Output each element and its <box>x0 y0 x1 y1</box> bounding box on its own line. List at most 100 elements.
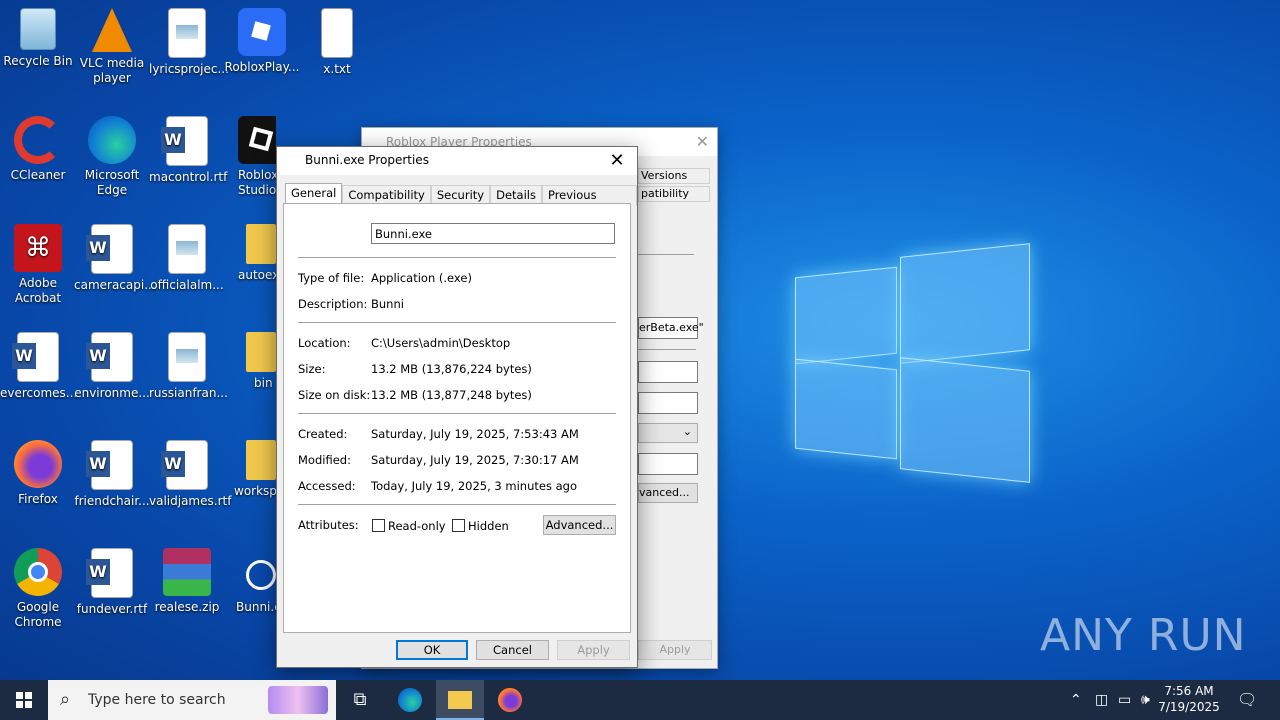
apply-button[interactable]: Apply <box>557 640 630 660</box>
executable-icon <box>246 560 276 590</box>
image-file-icon <box>168 332 206 382</box>
desktop-icon-x-txt[interactable]: x.txt <box>299 8 375 77</box>
desktop-icon-label: Adobe Acrobat <box>14 276 62 305</box>
desktop-icon-officialalm[interactable]: officialalm... <box>149 224 225 293</box>
chevron-up-icon[interactable]: ⌃ <box>1070 680 1082 720</box>
volume-icon[interactable]: 🕪 <box>1141 680 1150 720</box>
close-icon[interactable]: ✕ <box>696 132 709 151</box>
system-clock[interactable]: 7:56 AM 7/19/2025 <box>1154 683 1224 715</box>
back-advanced-button[interactable]: vanced... <box>638 483 698 503</box>
firefox-taskbar-icon[interactable] <box>486 680 534 720</box>
separator <box>638 349 696 350</box>
desktop-icon-bunni-exe[interactable]: Bunni.e <box>224 548 276 615</box>
network-icon[interactable]: ▭ <box>1118 680 1131 720</box>
meet-now-icon[interactable]: ◫ <box>1095 680 1108 720</box>
desktop-icon-autoex[interactable]: autoex <box>224 224 276 283</box>
desktop-icon-vlc[interactable]: VLC media player <box>74 8 150 86</box>
windows-start-icon <box>16 692 32 708</box>
desktop-icon-bin[interactable]: bin <box>224 332 276 391</box>
desktop-icon-label: Bunni.e <box>236 600 276 614</box>
search-icon: ⌕ <box>60 689 71 710</box>
desktop-icon-robloxplayer[interactable]: RobloxPlay... <box>224 8 300 75</box>
folder-icon <box>246 224 276 264</box>
hidden-checkbox[interactable] <box>452 519 465 532</box>
desktop-icon-label: friendchair... <box>74 494 150 508</box>
back-target-field[interactable]: erBeta.exe" <box>638 317 704 339</box>
word-document-icon <box>12 332 59 382</box>
desktop-icon-label: CCleaner <box>10 168 66 182</box>
hidden-label: Hidden <box>468 519 509 533</box>
back-run-dropdown[interactable]: ⌄ <box>638 423 698 443</box>
desktop-icon-workspace[interactable]: workspa <box>224 440 276 499</box>
desktop-icon-validjames[interactable]: validjames.rtf <box>149 440 232 509</box>
recycle-bin-icon <box>20 8 56 50</box>
file-name-input[interactable]: Bunni.exe <box>371 223 615 244</box>
desktop-icon-lyricsproject[interactable]: lyricsprojec... <box>149 8 229 77</box>
word-document-icon <box>161 116 208 166</box>
desktop-icon-label: bin <box>254 376 273 390</box>
word-document-icon <box>86 332 133 382</box>
desktop-icon-russianfran[interactable]: russianfran... <box>149 332 228 401</box>
desktop-icon-ccleaner[interactable]: CCleaner <box>0 116 76 183</box>
chrome-icon <box>14 548 62 596</box>
readonly-checkbox[interactable] <box>372 519 385 532</box>
desktop-icon-recycle-bin[interactable]: Recycle Bin <box>0 8 76 69</box>
description-value: Bunni <box>371 297 404 311</box>
start-button[interactable] <box>0 680 48 720</box>
desktop-icon-macontrol[interactable]: macontrol.rtf <box>149 116 227 185</box>
bunni-properties-dialog[interactable]: Bunni.exe Properties ✕ General Compatibi… <box>276 146 638 668</box>
dialog-titlebar: Bunni.exe Properties ✕ <box>277 147 637 175</box>
desktop-icon-label: environme... <box>74 386 150 400</box>
desktop-icon-label: x.txt <box>323 62 351 76</box>
readonly-label: Read-only <box>388 519 446 533</box>
file-explorer-taskbar-icon[interactable] <box>436 680 484 720</box>
anyrun-watermark: ANY RUN <box>1040 610 1247 661</box>
cancel-button[interactable]: Cancel <box>476 640 549 660</box>
edge-taskbar-icon[interactable] <box>386 680 434 720</box>
word-document-icon <box>86 224 133 274</box>
back-start-in-field[interactable] <box>638 361 698 383</box>
word-document-icon <box>86 440 133 490</box>
taskbar: ⌕ Type here to search ⧉ ⌃ ◫ ▭ 🕪 7:56 AM … <box>0 680 1280 720</box>
back-tab-compatibility[interactable]: patibility <box>638 186 710 202</box>
taskbar-search-box[interactable]: ⌕ Type here to search <box>48 680 336 720</box>
advanced-button[interactable]: Advanced... <box>543 515 616 535</box>
back-shortcut-key-field[interactable] <box>638 392 698 414</box>
desktop-icon-evercomes[interactable]: evercomes... <box>0 332 77 401</box>
desktop-icon-label: russianfran... <box>149 386 228 400</box>
desktop-icon-firefox[interactable]: Firefox <box>0 440 76 507</box>
desktop-icon-edge[interactable]: Microsoft Edge <box>74 116 150 198</box>
word-document-icon <box>161 440 208 490</box>
desktop-icon-google-chrome[interactable]: Google Chrome <box>0 548 76 630</box>
desktop-icon-roblox-studio[interactable]: Roblox Studio <box>224 116 276 198</box>
created-label: Created: <box>298 427 348 441</box>
notification-icon[interactable]: 🗨 <box>1237 680 1257 720</box>
separator <box>298 413 616 414</box>
back-tab-versions[interactable]: Versions <box>638 168 710 184</box>
desktop-icon-label: validjames.rtf <box>149 494 232 508</box>
desktop-icon-label: Roblox Studio <box>238 168 276 197</box>
task-view-icon[interactable]: ⧉ <box>336 680 384 720</box>
desktop-icon-label: RobloxPlay... <box>224 60 300 74</box>
accessed-value: Today, July 19, 2025, 3 minutes ago <box>371 479 577 493</box>
separator <box>638 254 694 255</box>
ok-button[interactable]: OK <box>396 640 468 660</box>
desktop-icon-environme[interactable]: environme... <box>74 332 150 401</box>
back-apply-button[interactable]: Apply <box>638 640 712 660</box>
search-placeholder: Type here to search <box>88 692 226 708</box>
description-label: Description: <box>298 297 368 311</box>
size-on-disk-label: Size on disk: <box>298 388 371 402</box>
created-value: Saturday, July 19, 2025, 7:53:43 AM <box>371 427 579 441</box>
desktop-icon-realese-zip[interactable]: realese.zip <box>149 548 225 615</box>
type-value: Application (.exe) <box>371 271 472 285</box>
desktop-icon-fundever[interactable]: fundever.rtf <box>74 548 150 617</box>
desktop-icon-friendchair[interactable]: friendchair... <box>74 440 150 509</box>
desktop-icon-cameracapi[interactable]: cameracapi... <box>74 224 156 293</box>
desktop-icon-adobe-acrobat[interactable]: ⌘ Adobe Acrobat <box>0 224 76 306</box>
general-tab-panel: Bunni.exe Type of file: Application (.ex… <box>283 203 631 633</box>
word-document-icon <box>86 548 133 598</box>
back-comment-field[interactable] <box>638 453 698 475</box>
location-value: C:\Users\admin\Desktop <box>371 336 511 350</box>
roblox-icon <box>238 8 286 56</box>
close-icon[interactable]: ✕ <box>605 150 629 172</box>
